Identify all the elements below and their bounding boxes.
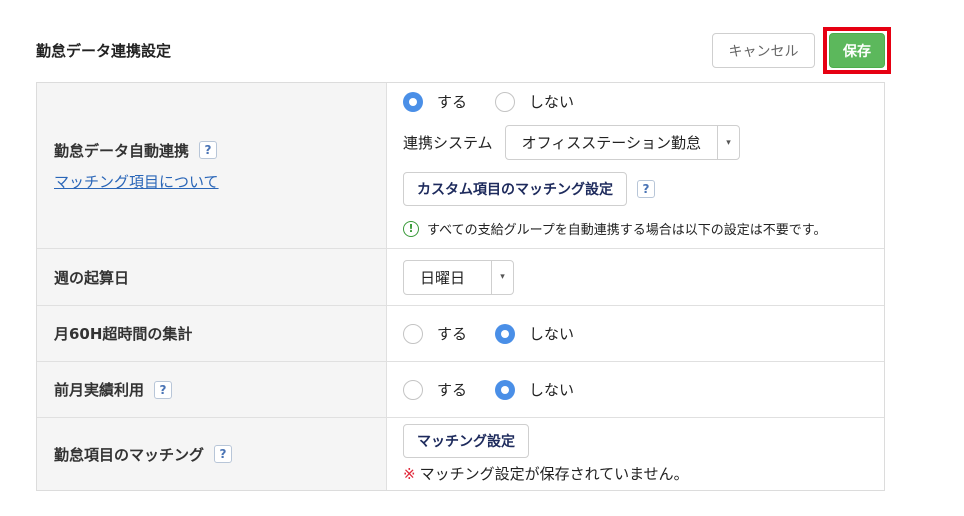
overtime-60h-radio-group: する しない: [403, 323, 884, 344]
overtime-60h-label: 月60H超時間の集計: [54, 325, 193, 343]
help-icon[interactable]: ?: [199, 141, 218, 159]
chevron-down-icon: ▾: [491, 260, 513, 294]
row-label-overtime-60h: 月60H超時間の集計: [37, 306, 387, 361]
radio-prev-month-no[interactable]: [495, 379, 516, 400]
row-label-auto-link: 勤怠データ自動連携 ? マッチング項目について: [37, 83, 387, 248]
info-text: すべての支給グループを自動連携する場合は以下の設定は不要です。: [427, 223, 827, 238]
radio-label-no: しない: [529, 325, 575, 343]
row-week-start: 週の起算日 日曜日 ▾: [37, 249, 884, 306]
radio-label-no: しない: [529, 381, 575, 399]
prev-month-radio-group: する しない: [403, 379, 884, 400]
radio-overtime-yes[interactable]: [403, 323, 423, 344]
help-icon[interactable]: ?: [637, 180, 655, 198]
chevron-down-icon: ▾: [716, 126, 739, 159]
save-button[interactable]: 保存: [829, 33, 885, 68]
radio-auto-link-yes[interactable]: [403, 91, 423, 112]
radio-auto-link-no[interactable]: [495, 91, 516, 112]
week-start-value: 日曜日: [420, 268, 466, 287]
row-value-matching: マッチング設定 ※ マッチング設定が保存されていません。: [387, 418, 884, 490]
row-value-prev-month: する しない: [387, 362, 884, 417]
radio-label-no: しない: [529, 93, 575, 111]
row-auto-link: 勤怠データ自動連携 ? マッチング項目について する しない 連携システム オフ…: [37, 83, 884, 249]
row-label-prev-month: 前月実績利用 ?: [37, 362, 387, 417]
auto-link-radio-group: する しない: [403, 91, 884, 112]
row-overtime-60h: 月60H超時間の集計 する しない: [37, 306, 884, 362]
week-start-label: 週の起算日: [54, 268, 130, 287]
system-label: 連携システム: [403, 134, 493, 152]
row-value-week-start: 日曜日 ▾: [387, 249, 884, 305]
cancel-button[interactable]: キャンセル: [712, 33, 815, 68]
warning-icon: ※: [403, 465, 416, 483]
radio-overtime-no[interactable]: [495, 323, 516, 344]
warning-message: ※ マッチング設定が保存されていません。: [403, 463, 884, 484]
system-select[interactable]: オフィスステーション勤怠 ▾: [504, 125, 740, 160]
matching-label: 勤怠項目のマッチング: [54, 445, 205, 464]
row-prev-month: 前月実績利用 ? する しない: [37, 362, 884, 418]
help-icon[interactable]: ?: [154, 380, 173, 399]
row-label-week-start: 週の起算日: [37, 249, 387, 305]
matching-settings-button[interactable]: マッチング設定: [403, 424, 529, 458]
row-value-overtime-60h: する しない: [387, 306, 884, 361]
page-title: 勤怠データ連携設定: [36, 42, 172, 60]
custom-matching-button[interactable]: カスタム項目のマッチング設定: [403, 172, 627, 206]
radio-label-yes: する: [437, 381, 468, 399]
radio-prev-month-yes[interactable]: [403, 379, 423, 400]
help-icon[interactable]: ?: [214, 445, 233, 463]
settings-table: 勤怠データ自動連携 ? マッチング項目について する しない 連携システム オフ…: [36, 82, 885, 491]
prev-month-label: 前月実績利用: [54, 381, 145, 399]
system-select-value: オフィスステーション勤怠: [521, 134, 701, 152]
row-label-matching: 勤怠項目のマッチング ?: [37, 418, 387, 490]
matching-items-link[interactable]: マッチング項目について: [54, 171, 386, 192]
radio-label-yes: する: [437, 325, 468, 343]
row-matching: 勤怠項目のマッチング ? マッチング設定 ※ マッチング設定が保存されていません。: [37, 418, 884, 490]
auto-link-label: 勤怠データ自動連携: [54, 141, 190, 160]
row-value-auto-link: する しない 連携システム オフィスステーション勤怠 ▾ カスタム項目のマッチン…: [387, 83, 884, 248]
radio-label-yes: する: [437, 93, 468, 111]
week-start-select[interactable]: 日曜日 ▾: [403, 259, 514, 295]
info-icon: !: [403, 220, 419, 237]
info-message: ! すべての支給グループを自動連携する場合は以下の設定は不要です。: [403, 219, 884, 238]
warning-text: マッチング設定が保存されていません。: [419, 465, 689, 483]
